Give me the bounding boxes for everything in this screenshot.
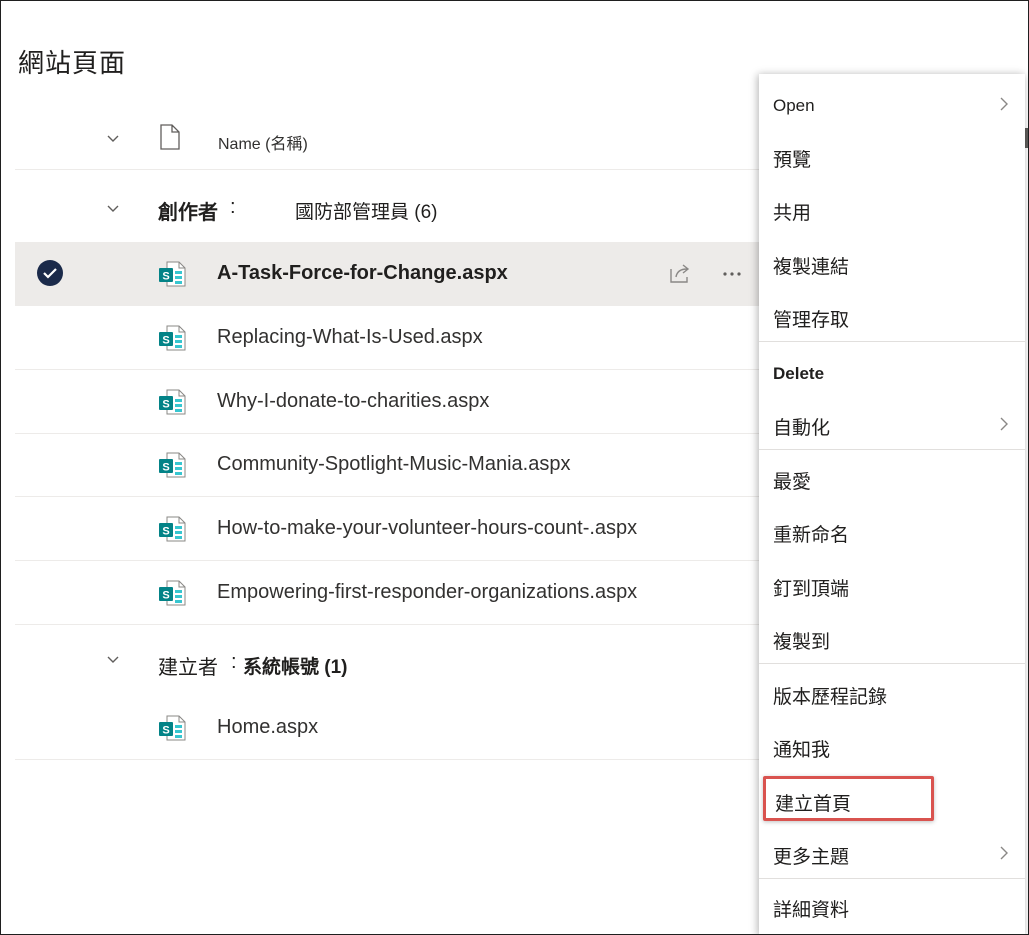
menu-item-label: 更多主題	[773, 847, 850, 868]
group-label: 創作者	[158, 202, 218, 224]
app-frame: 網站頁面 Name (名稱) 創作者 : 國防部管理員 (6) S A-Task…	[0, 0, 1029, 935]
menu-divider	[759, 341, 1025, 342]
svg-text:S: S	[162, 526, 169, 538]
menu-item-label: 釘到頂端	[773, 579, 850, 600]
menu-item-label: 版本歷程記錄	[773, 687, 888, 708]
group-header-author[interactable]: 創作者 : 國防部管理員 (6)	[15, 176, 760, 240]
menu-item-label: Open	[773, 96, 815, 115]
svg-text:S: S	[162, 590, 169, 602]
svg-text:S: S	[162, 335, 169, 347]
menu-item-version-history[interactable]: 版本歷程記錄	[759, 667, 1025, 719]
svg-text:S: S	[162, 462, 169, 474]
file-name-link[interactable]: Replacing-What-Is-Used.aspx	[217, 326, 483, 349]
group-header-creator[interactable]: 建立者 : 系統帳號 (1)	[15, 631, 760, 695]
menu-item-preview[interactable]: 預覽	[759, 130, 1025, 182]
table-row-selected[interactable]: S A-Task-Force-for-Change.aspx	[15, 242, 760, 306]
sharepoint-page-icon: S	[158, 579, 186, 607]
sharepoint-page-icon: S	[158, 451, 186, 479]
svg-text:S: S	[162, 271, 169, 283]
menu-item-label: 通知我	[773, 740, 831, 761]
svg-text:S: S	[162, 399, 169, 411]
menu-item-label: 預覽	[773, 150, 812, 171]
menu-item-more[interactable]: 更多主題	[759, 827, 1025, 879]
chevron-right-icon	[997, 845, 1011, 861]
group-value: 系統帳號 (1)	[243, 657, 348, 678]
file-name-link[interactable]: Home.aspx	[217, 716, 318, 739]
row-checked-icon[interactable]	[37, 260, 63, 286]
menu-item-details[interactable]: 詳細資料	[759, 880, 1025, 932]
menu-item-label: Delete	[773, 364, 825, 383]
group-collapse-chevron-icon[interactable]	[105, 651, 121, 667]
file-name-link[interactable]: Community-Spotlight-Music-Mania.aspx	[217, 453, 570, 476]
sharepoint-page-icon: S	[158, 260, 186, 288]
sharepoint-page-icon: S	[158, 324, 186, 352]
menu-item-label: 複製連結	[773, 257, 850, 278]
menu-item-label: 管理存取	[773, 310, 850, 331]
menu-item-pin-to-top[interactable]: 釘到頂端	[759, 559, 1025, 611]
file-name-link[interactable]: Why-I-donate-to-charities.aspx	[217, 390, 489, 413]
menu-item-copy-link[interactable]: 複製連結	[759, 237, 1025, 289]
file-name-link[interactable]: How-to-make-your-volunteer-hours-count-.…	[217, 517, 637, 540]
menu-item-automate[interactable]: 自動化	[759, 398, 1025, 450]
menu-item-manage-access[interactable]: 管理存取	[759, 290, 1025, 342]
menu-item-copy-to[interactable]: 複製到	[759, 612, 1025, 664]
collapse-all-chevron-icon[interactable]	[105, 130, 121, 146]
menu-divider	[759, 449, 1025, 450]
menu-divider	[759, 663, 1025, 664]
chevron-right-icon	[997, 416, 1011, 432]
menu-item-label: 最愛	[773, 472, 812, 493]
group-collapse-chevron-icon[interactable]	[105, 200, 121, 216]
file-type-icon[interactable]	[159, 124, 181, 150]
more-actions-icon[interactable]	[721, 264, 743, 284]
menu-item-delete[interactable]: Delete	[759, 346, 1025, 398]
column-name-header[interactable]: Name (名稱)	[218, 130, 308, 154]
group-label: 建立者	[158, 657, 218, 679]
highlight-callout-box	[763, 776, 934, 821]
group-separator: :	[230, 196, 236, 218]
group-value: 國防部管理員 (6)	[295, 202, 438, 223]
share-icon[interactable]	[667, 260, 693, 286]
menu-divider	[759, 878, 1025, 879]
svg-text:S: S	[162, 725, 169, 737]
sharepoint-page-icon: S	[158, 515, 186, 543]
chevron-right-icon	[997, 96, 1011, 112]
group-separator: :	[231, 651, 237, 673]
menu-item-label: 共用	[773, 203, 812, 224]
menu-item-share[interactable]: 共用	[759, 183, 1025, 235]
menu-item-label: 詳細資料	[773, 900, 850, 921]
file-name-link[interactable]: A-Task-Force-for-Change.aspx	[217, 262, 508, 285]
menu-item-label: 複製到	[773, 632, 831, 653]
sharepoint-page-icon: S	[158, 714, 186, 742]
menu-item-favorite[interactable]: 最愛	[759, 452, 1025, 504]
file-name-link[interactable]: Empowering-first-responder-organizations…	[217, 581, 637, 604]
menu-item-label: 自動化	[773, 418, 831, 439]
page-title: 網站頁面	[18, 48, 127, 78]
menu-item-rename[interactable]: 重新命名	[759, 505, 1025, 557]
sharepoint-page-icon: S	[158, 388, 186, 416]
menu-item-alert-me[interactable]: 通知我	[759, 720, 1025, 772]
menu-item-open[interactable]: Open	[759, 78, 1025, 130]
menu-item-label: 重新命名	[773, 525, 850, 546]
